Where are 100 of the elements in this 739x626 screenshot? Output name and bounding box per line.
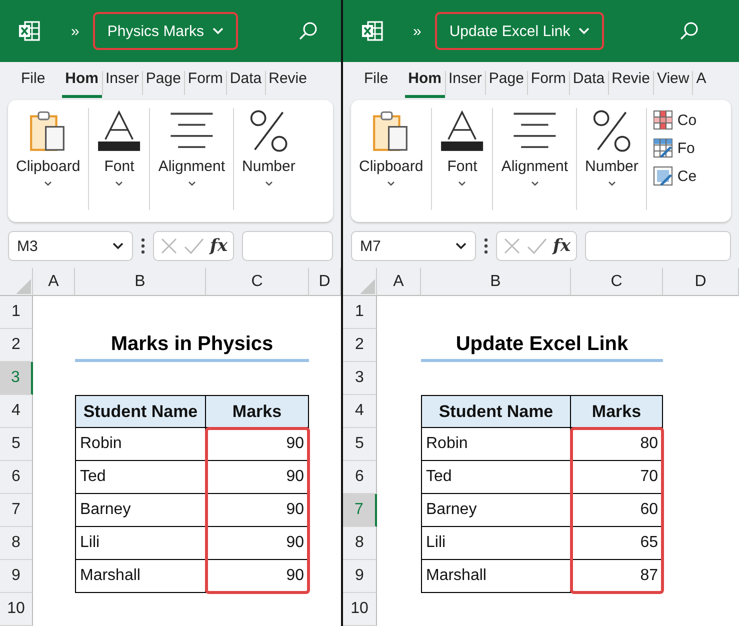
more-options-icon[interactable] bbox=[484, 238, 488, 254]
row-header[interactable]: 9 bbox=[0, 560, 33, 593]
sheet-title: Marks in Physics bbox=[75, 333, 309, 362]
ribbon-tab[interactable]: Inser bbox=[446, 64, 485, 98]
ribbon-tab[interactable]: File bbox=[361, 64, 392, 98]
table-cell: Barney bbox=[75, 494, 206, 527]
row-header[interactable]: 6 bbox=[343, 461, 377, 494]
ribbon-tab[interactable]: Data bbox=[226, 64, 265, 98]
insert-function-button[interactable]: fx bbox=[210, 236, 228, 256]
name-box[interactable]: M7 bbox=[351, 231, 476, 261]
row-header[interactable]: 1 bbox=[0, 296, 33, 329]
chevron-down-icon bbox=[386, 181, 396, 187]
overflow-button[interactable]: » bbox=[67, 22, 84, 40]
font-color-icon bbox=[440, 110, 484, 152]
ribbon-tab[interactable]: A bbox=[693, 64, 710, 98]
table-cell: 87 bbox=[571, 560, 663, 593]
row-header[interactable]: 5 bbox=[0, 428, 33, 461]
name-box[interactable]: M3 bbox=[8, 231, 133, 261]
ribbon-command[interactable]: Co bbox=[653, 110, 697, 130]
column-header[interactable]: A bbox=[377, 268, 421, 296]
row-header[interactable]: 10 bbox=[0, 593, 33, 626]
chevron-down-icon bbox=[112, 242, 124, 250]
spreadsheet-app-icon[interactable] bbox=[361, 21, 383, 41]
ribbon-tab[interactable]: View bbox=[654, 64, 692, 98]
row-header[interactable]: 2 bbox=[343, 329, 377, 362]
ribbon-command[interactable]: Ce bbox=[653, 166, 697, 186]
ribbon-group-button[interactable]: Font bbox=[432, 100, 492, 222]
ribbon-group-button[interactable]: Clipboard bbox=[8, 100, 88, 222]
cancel-icon[interactable] bbox=[160, 237, 178, 255]
table-cell: 65 bbox=[571, 527, 663, 560]
highlighted-grid-icon bbox=[653, 110, 674, 130]
search-icon[interactable] bbox=[298, 21, 318, 41]
row-header[interactable]: 6 bbox=[0, 461, 33, 494]
chevron-down-icon bbox=[114, 181, 124, 187]
row-header[interactable]: 2 bbox=[0, 329, 33, 362]
percent-icon bbox=[592, 110, 632, 152]
ribbon-group-button[interactable]: Alignment bbox=[150, 100, 234, 222]
ribbon-tab[interactable]: Revie bbox=[266, 64, 310, 98]
column-header[interactable]: B bbox=[421, 268, 571, 296]
table-cell: 70 bbox=[571, 461, 663, 494]
row-header[interactable]: 8 bbox=[343, 527, 377, 560]
insert-function-button[interactable]: fx bbox=[553, 236, 570, 256]
row-header[interactable]: 9 bbox=[343, 560, 377, 593]
table-cell: Robin bbox=[75, 428, 206, 461]
row-header[interactable]: 8 bbox=[0, 527, 33, 560]
cell-brush-icon bbox=[653, 166, 674, 186]
table-header-cell: Marks bbox=[206, 395, 309, 428]
column-header[interactable]: A bbox=[33, 268, 75, 296]
table-brush-icon bbox=[653, 138, 674, 158]
row-header[interactable]: 5 bbox=[343, 428, 377, 461]
ribbon-group-button[interactable]: Clipboard bbox=[351, 100, 432, 222]
table-cell: Ted bbox=[75, 461, 206, 494]
row-header[interactable]: 7 bbox=[0, 494, 33, 527]
overflow-button[interactable]: » bbox=[409, 22, 426, 40]
formula-input-field[interactable] bbox=[242, 231, 333, 261]
chevron-down-icon bbox=[457, 181, 468, 187]
more-options-icon[interactable] bbox=[141, 238, 145, 254]
ribbon-tab[interactable]: File bbox=[18, 64, 48, 98]
ribbon-tab[interactable]: Data bbox=[570, 64, 608, 98]
ribbon-tab[interactable]: Inser bbox=[102, 64, 142, 98]
ribbon-group-button[interactable]: Number bbox=[234, 100, 304, 222]
spreadsheet-app-icon[interactable] bbox=[18, 21, 40, 41]
checkmark-icon[interactable] bbox=[527, 238, 547, 254]
row-header[interactable]: 4 bbox=[343, 395, 377, 428]
column-header[interactable]: B bbox=[75, 268, 206, 296]
checkmark-icon[interactable] bbox=[184, 238, 204, 254]
ribbon-group-button[interactable]: Number bbox=[577, 100, 646, 222]
table-cell: Lili bbox=[421, 527, 571, 560]
row-header[interactable]: 1 bbox=[343, 296, 377, 329]
ribbon-tab[interactable]: Revie bbox=[608, 64, 653, 98]
column-header[interactable]: C bbox=[206, 268, 309, 296]
ribbon-group-button[interactable]: Alignment bbox=[493, 100, 576, 222]
ribbon-command[interactable]: Fo bbox=[653, 138, 697, 158]
document-title-button[interactable]: Update Excel Link bbox=[435, 12, 604, 50]
chevron-down-icon bbox=[455, 242, 467, 250]
ribbon-tab[interactable]: Page bbox=[142, 64, 184, 98]
row-header[interactable]: 4 bbox=[0, 395, 33, 428]
table-cell: 90 bbox=[206, 428, 309, 461]
table-header-cell: Student Name bbox=[75, 395, 206, 428]
column-header[interactable]: D bbox=[663, 268, 739, 296]
table-cell: Robin bbox=[421, 428, 571, 461]
ribbon-tab[interactable]: Form bbox=[184, 64, 226, 98]
ribbon-group-button[interactable]: Font bbox=[89, 100, 150, 222]
formula-input-field[interactable] bbox=[585, 231, 731, 261]
column-header[interactable]: D bbox=[309, 268, 341, 296]
font-color-icon bbox=[97, 110, 142, 152]
table-header-cell: Marks bbox=[571, 395, 663, 428]
ribbon-tab[interactable]: Form bbox=[528, 64, 569, 98]
row-header[interactable]: 3 bbox=[343, 362, 377, 395]
ribbon-tab[interactable]: Page bbox=[486, 64, 527, 98]
table-cell: 90 bbox=[206, 527, 309, 560]
search-icon[interactable] bbox=[679, 21, 700, 41]
chevron-down-icon bbox=[264, 181, 274, 187]
cancel-icon[interactable] bbox=[503, 237, 521, 255]
column-header[interactable]: C bbox=[571, 268, 663, 296]
document-title-button[interactable]: Physics Marks bbox=[93, 12, 238, 50]
row-header[interactable]: 10 bbox=[343, 593, 377, 626]
table-cell: Marshall bbox=[421, 560, 571, 593]
chevron-down-icon bbox=[530, 181, 540, 187]
chevron-down-icon bbox=[578, 27, 590, 35]
